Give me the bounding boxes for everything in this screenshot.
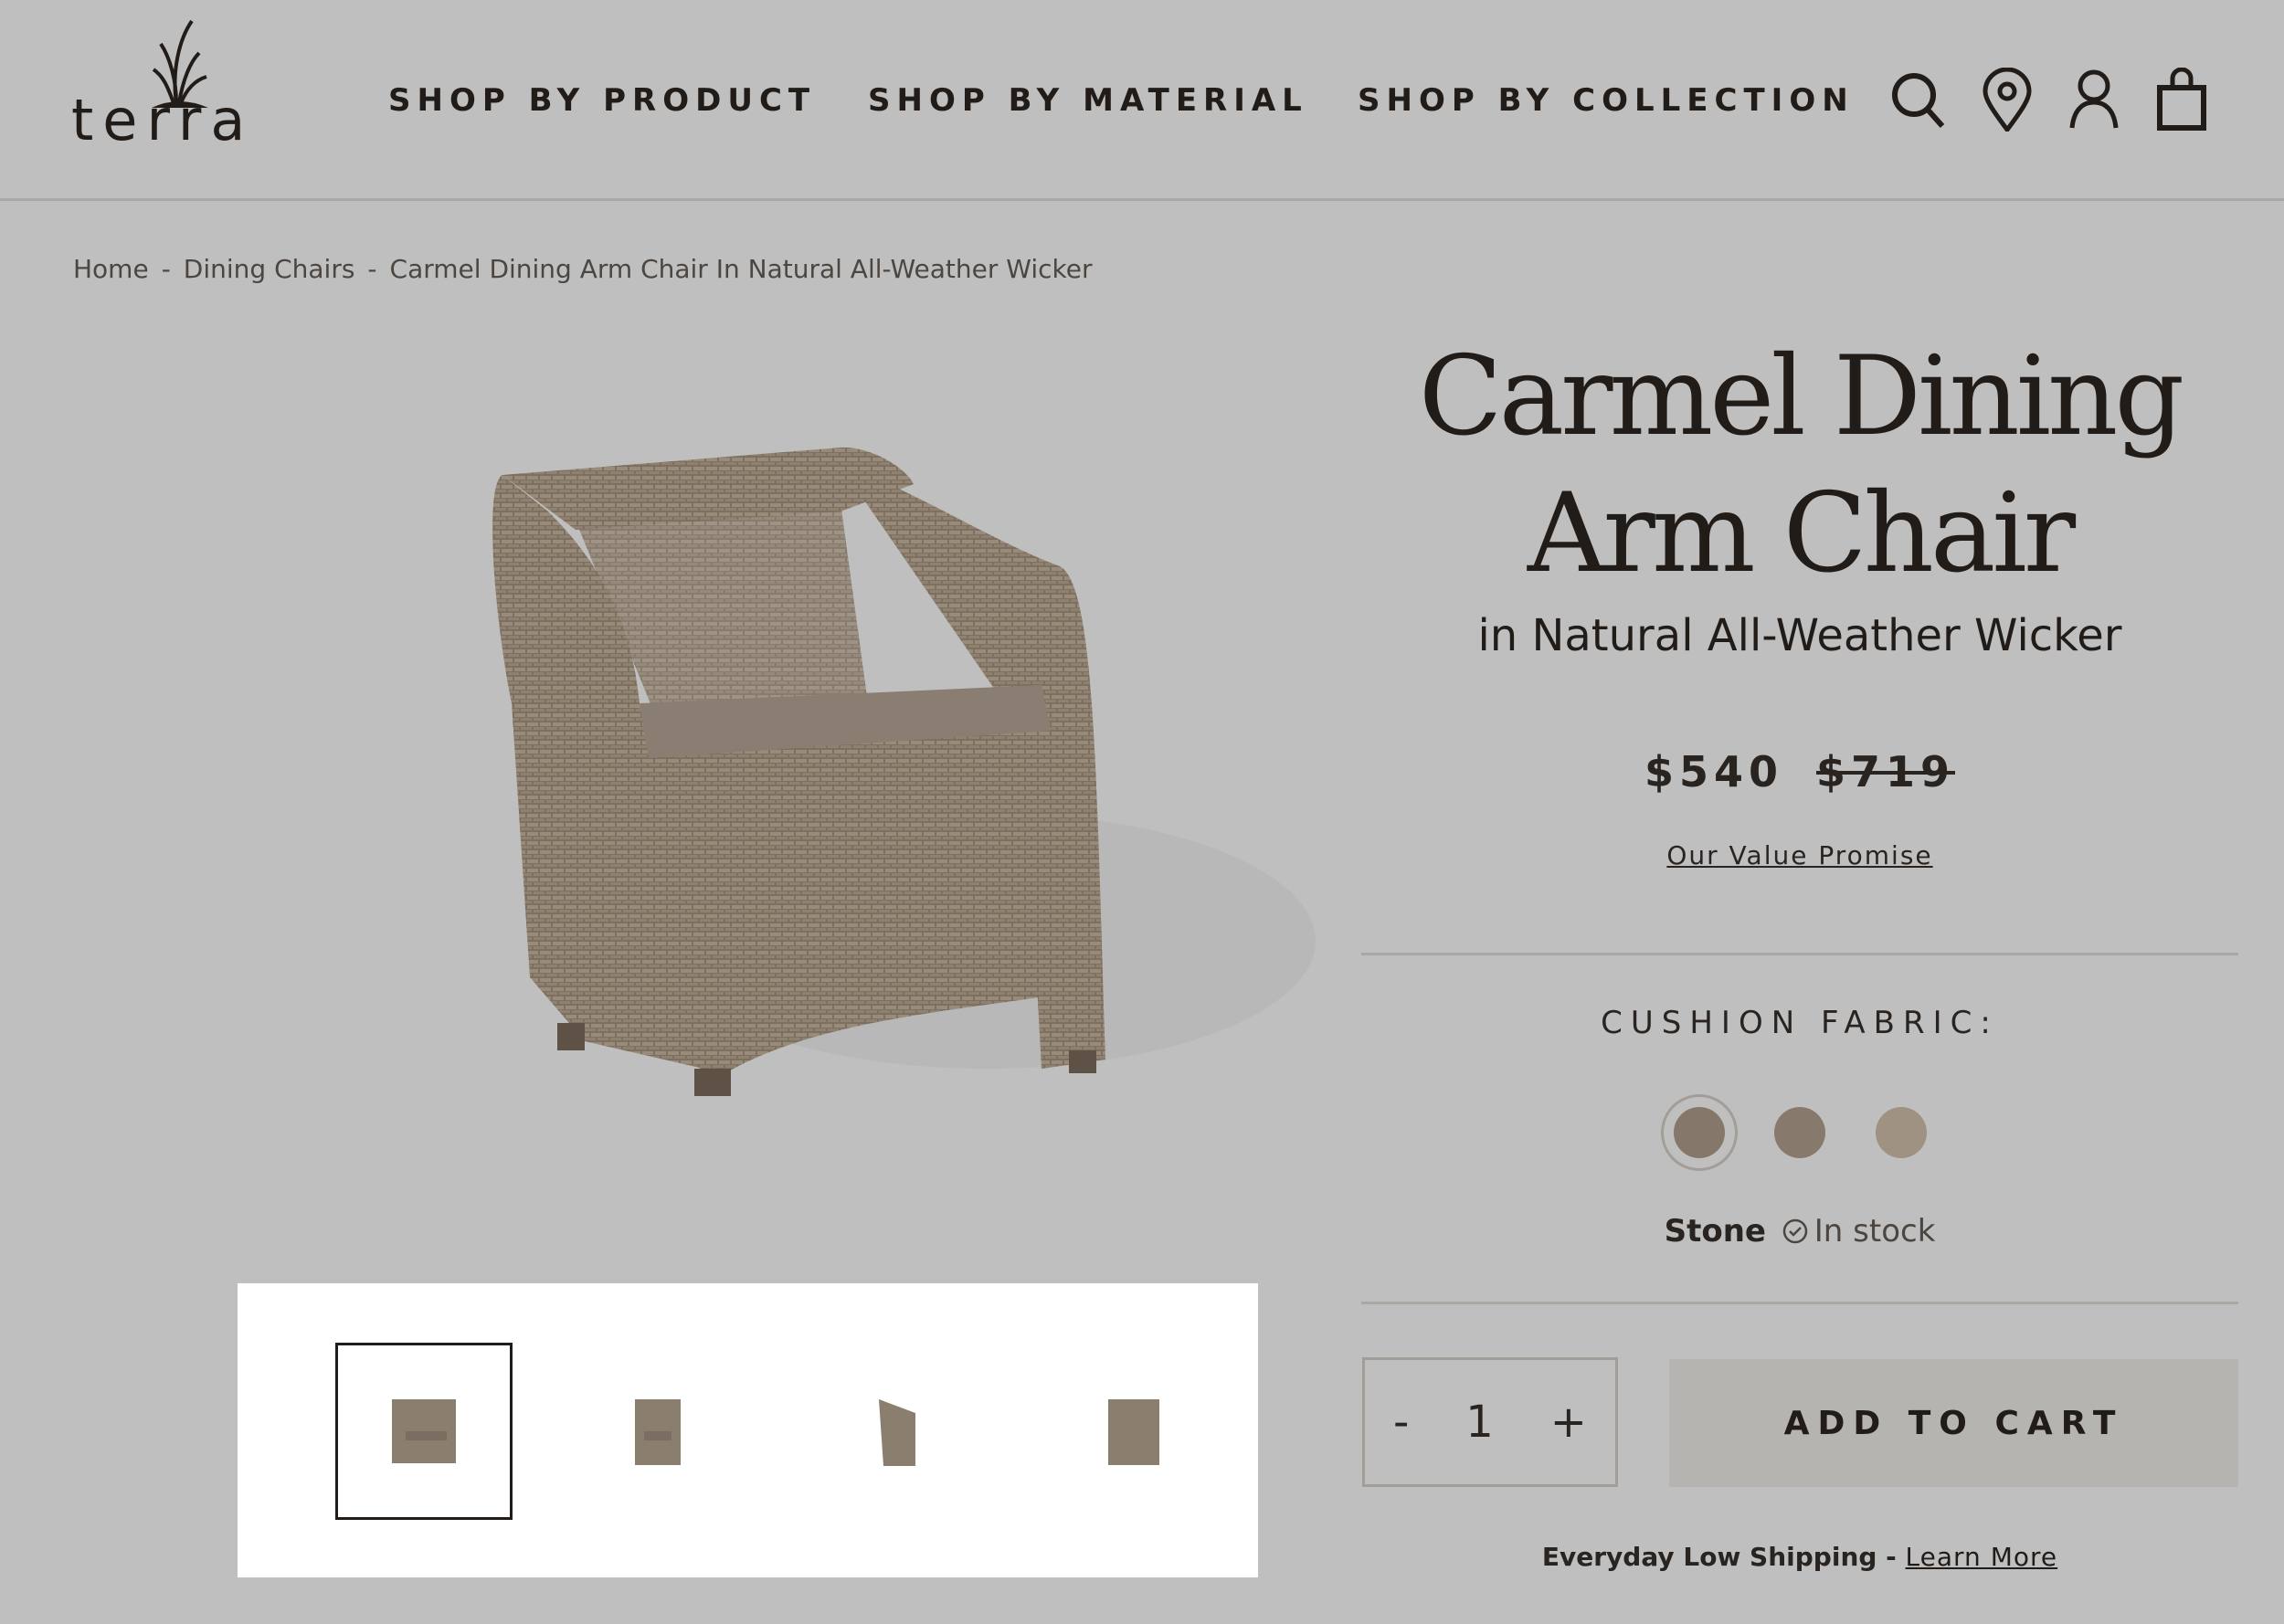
swatch-stone[interactable] [1674,1107,1725,1158]
learn-more-link[interactable]: Learn More [1906,1542,2058,1572]
selected-fabric: Stone [1664,1213,1766,1250]
product-main-image[interactable] [475,429,1334,1123]
nav-shop-by-material[interactable]: SHOP BY MATERIAL [868,82,1308,119]
original-price: $719 [1816,747,1956,796]
sale-price: $540 [1644,747,1783,796]
logo-text: terra [71,87,255,153]
shipping-text: Everyday Low Shipping - [1541,1542,1906,1572]
thumbnail-1[interactable] [335,1343,513,1520]
price: $540 $719 [1361,747,2238,796]
breadcrumb: Home - Dining Chairs - Carmel Dining Arm Cha… [73,254,1092,284]
breadcrumb-home[interactable]: Home [73,254,149,284]
stock-status: Stone In stock [1361,1213,2238,1250]
logo[interactable]: terra [71,16,254,153]
product-title: Carmel Dining Arm Chair [1418,333,2184,597]
breadcrumb-dining-chairs[interactable]: Dining Chairs [184,254,355,284]
shipping-info: Everyday Low Shipping - Learn More [1361,1542,2238,1572]
breadcrumb-current: Carmel Dining Arm Chair In Natural All-W… [389,254,1093,284]
value-promise-link[interactable]: Our Value Promise [1361,840,2238,870]
cushion-fabric-label: CUSHION FABRIC: [1601,1005,1999,1041]
user-icon[interactable] [2065,68,2123,132]
add-to-cart-button[interactable]: ADD TO CART [1669,1359,2238,1487]
nav-shop-by-product[interactable]: SHOP BY PRODUCT [388,82,816,119]
product-subtitle: in Natural All-Weather Wicker [1477,610,2122,661]
nav-shop-by-collection[interactable]: SHOP BY COLLECTION [1358,82,1855,119]
qty-value[interactable]: 1 [1465,1397,1494,1448]
divider [1361,953,2238,955]
site-header: terra SHOP BY PRODUCT SHOP BY MATERIAL S… [0,0,2284,201]
breadcrumb-separator: - [367,254,377,284]
search-icon[interactable] [1889,68,1948,132]
breadcrumb-separator: - [161,254,171,284]
divider [1361,1302,2238,1304]
check-circle-icon [1782,1218,1808,1244]
swatch-3[interactable] [1876,1107,1927,1158]
thumbnail-gallery [238,1283,1258,1577]
location-pin-icon[interactable] [1978,68,2036,132]
shopping-bag-icon[interactable] [2152,68,2211,132]
thumbnail-4[interactable] [1045,1343,1222,1520]
qty-increase-button[interactable]: + [1550,1397,1587,1448]
quantity-stepper: - 1 + [1362,1357,1618,1487]
swatch-2[interactable] [1774,1107,1825,1158]
in-stock-text: In stock [1813,1213,1936,1250]
thumbnail-2[interactable] [569,1343,746,1520]
qty-decrease-button[interactable]: - [1393,1397,1409,1448]
thumbnail-3[interactable] [809,1343,986,1520]
